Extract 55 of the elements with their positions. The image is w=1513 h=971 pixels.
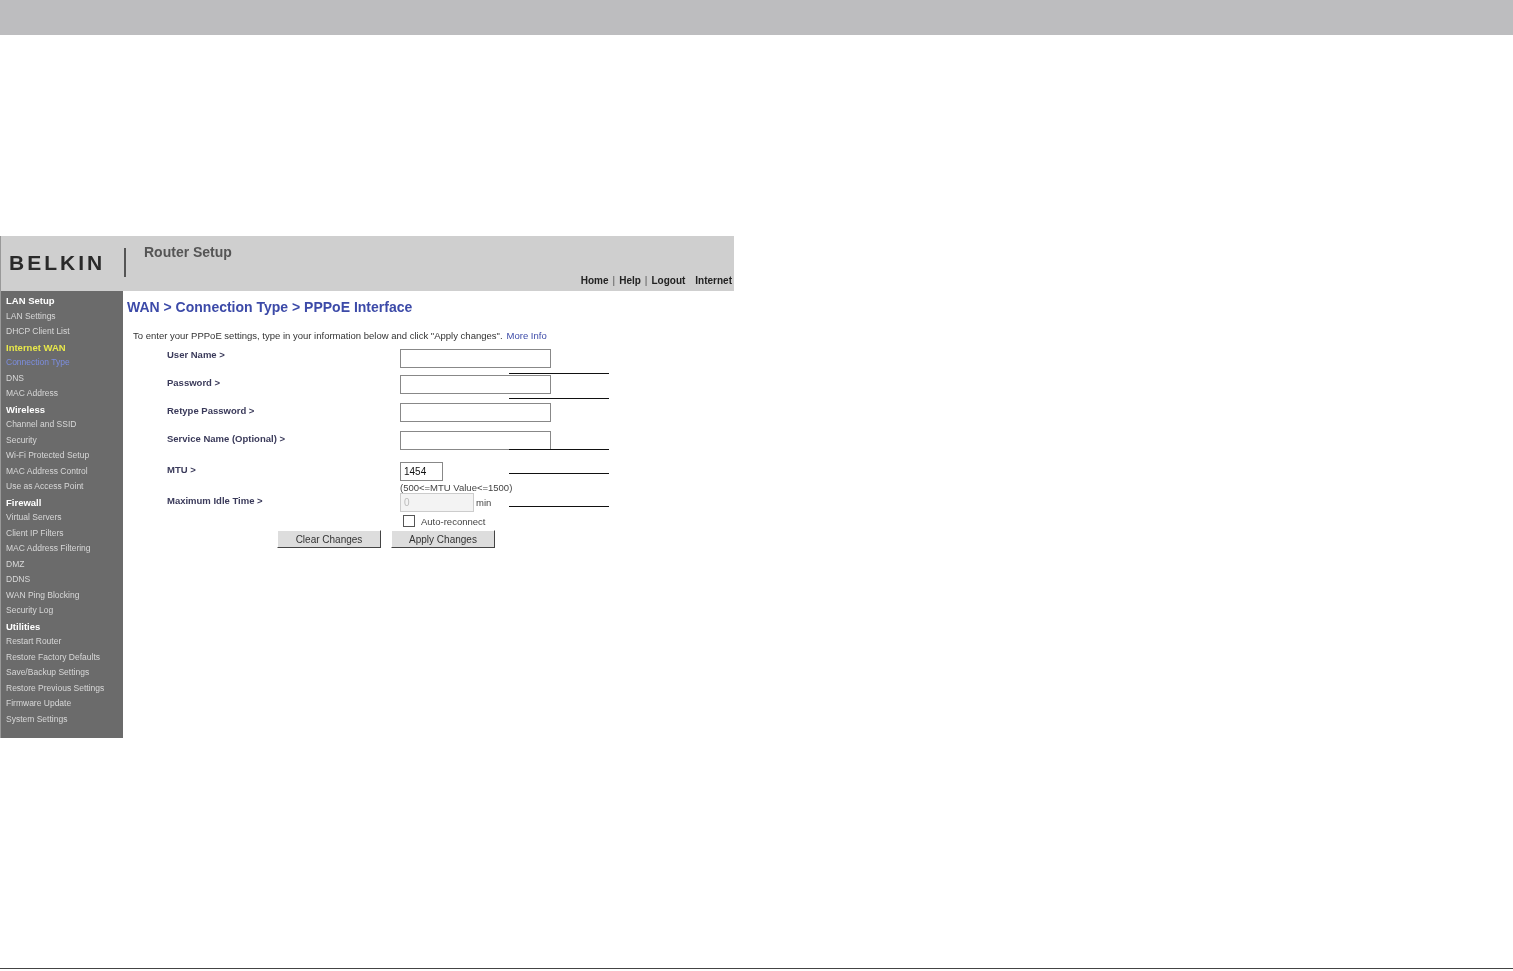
sidebar-item[interactable]: WAN Ping Blocking	[6, 587, 123, 603]
sidebar-item[interactable]: Channel and SSID	[6, 417, 123, 433]
input-field[interactable]	[400, 403, 551, 422]
sidebar-item[interactable]: Wi-Fi Protected Setup	[6, 448, 123, 464]
header-link[interactable]: Home	[580, 275, 609, 286]
input-field[interactable]	[400, 349, 551, 368]
sidebar-item[interactable]: Security Log	[6, 603, 123, 619]
sidebar-item[interactable]: Virtual Servers	[6, 510, 123, 526]
sidebar-item[interactable]: Save/Backup Settings	[6, 665, 123, 681]
sidebar-item[interactable]: System Settings	[6, 711, 123, 727]
separator: |	[612, 275, 616, 286]
sidebar-item[interactable]: Security	[6, 432, 123, 448]
connection-status: Internet	[695, 275, 732, 286]
sidebar-item[interactable]: MAC Address Control	[6, 463, 123, 479]
field-label: User Name >	[167, 349, 226, 362]
sidebar-section[interactable]: Wireless	[6, 401, 123, 417]
field-label: MTU >	[167, 463, 197, 477]
sidebar-item[interactable]: MAC Address Filtering	[6, 541, 123, 557]
sidebar-item[interactable]: Restore Factory Defaults	[6, 649, 123, 665]
sidebar-section[interactable]: LAN Setup	[6, 293, 123, 309]
sidebar-item[interactable]: Client IP Filters	[6, 525, 123, 541]
field-label: Service Name (Optional) >	[167, 432, 286, 446]
input-field[interactable]	[400, 375, 551, 394]
header-title: Router Setup	[143, 243, 232, 262]
sidebar-item[interactable]: DMZ	[6, 556, 123, 572]
sidebar-item[interactable]: MAC Address	[6, 386, 123, 402]
header-link[interactable]: Help	[619, 275, 641, 286]
logo: BELKIN	[1, 248, 126, 277]
unit-label: min	[476, 497, 492, 508]
page-title: WAN > Connection Type > PPPoE Interface	[127, 299, 414, 315]
clear-button[interactable]: Clear Changes	[277, 530, 381, 548]
sidebar-section[interactable]: Internet WAN	[6, 339, 123, 355]
sidebar-item[interactable]: Firmware Update	[6, 696, 123, 712]
field-label: Maximum Idle Time >	[167, 494, 264, 508]
intro-text: To enter your PPPoE settings, type in your information below and click "Apply changes". More Info	[133, 330, 548, 341]
input-field[interactable]	[400, 431, 551, 450]
field-label: Retype Password >	[167, 404, 256, 418]
checkbox-label: Auto-reconnect	[421, 515, 486, 527]
sidebar-section[interactable]: Firewall	[6, 494, 123, 510]
sidebar-item[interactable]: DHCP Client List	[6, 324, 123, 340]
sidebar-item[interactable]: DDNS	[6, 572, 123, 588]
field-label: Password >	[167, 376, 222, 390]
hint-text: (500<=MTU Value<=1500)	[400, 482, 514, 493]
sidebar-item[interactable]: LAN Settings	[6, 308, 123, 324]
sidebar-item[interactable]: Restart Router	[6, 634, 123, 650]
input-field[interactable]: 1454	[400, 462, 443, 481]
sidebar-item[interactable]: Restore Previous Settings	[6, 680, 123, 696]
checkbox[interactable]	[403, 515, 415, 527]
sidebar-item[interactable]: DNS	[6, 370, 123, 386]
header-link[interactable]: Logout	[651, 275, 686, 286]
separator: |	[644, 275, 648, 286]
sidebar-section[interactable]: Utilities	[6, 618, 123, 634]
sidebar-item[interactable]: Use as Access Point	[6, 479, 123, 495]
apply-button[interactable]: Apply Changes	[391, 530, 495, 548]
more-info-link[interactable]: More Info	[506, 330, 547, 341]
